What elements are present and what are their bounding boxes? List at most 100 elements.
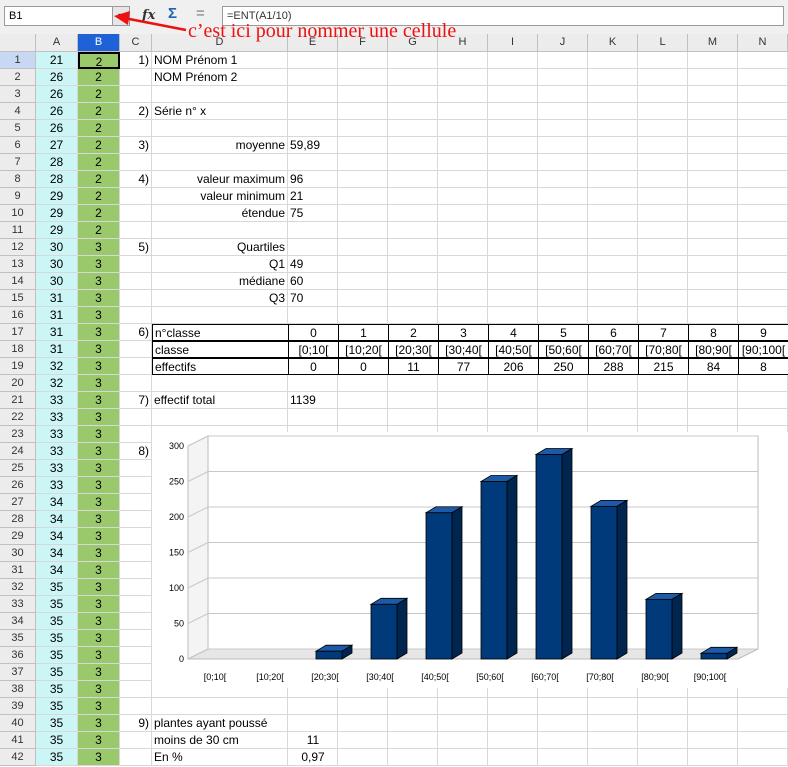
cell[interactable] (488, 188, 538, 205)
table-cell[interactable]: 288 (588, 358, 639, 375)
table-cell[interactable]: [80;90[ (688, 341, 739, 358)
cell-a[interactable]: 30 (36, 239, 78, 256)
cell[interactable] (338, 86, 388, 103)
cell[interactable] (120, 341, 152, 358)
cell[interactable] (120, 630, 152, 647)
cell[interactable] (288, 86, 338, 103)
cell-a[interactable]: 29 (36, 222, 78, 239)
cell[interactable] (438, 239, 488, 256)
column-header-m[interactable]: M (688, 34, 738, 52)
row-header[interactable]: 22 (0, 409, 36, 426)
cell-a[interactable]: 33 (36, 426, 78, 443)
cell[interactable] (288, 120, 338, 137)
cell[interactable] (438, 188, 488, 205)
cell-a[interactable]: 34 (36, 528, 78, 545)
cell[interactable] (538, 120, 588, 137)
cell[interactable] (738, 290, 788, 307)
cell-a[interactable]: 35 (36, 698, 78, 715)
row-header[interactable]: 20 (0, 375, 36, 392)
cell-b[interactable]: 3 (78, 596, 120, 613)
cell[interactable] (538, 205, 588, 222)
cell[interactable] (638, 256, 688, 273)
cell[interactable] (638, 732, 688, 749)
column-header-l[interactable]: L (638, 34, 688, 52)
cell[interactable] (688, 273, 738, 290)
cell[interactable] (688, 137, 738, 154)
cell-a[interactable]: 30 (36, 256, 78, 273)
row-header[interactable]: 5 (0, 120, 36, 137)
cell[interactable] (288, 154, 338, 171)
cell[interactable] (488, 273, 538, 290)
cell[interactable] (538, 698, 588, 715)
row-header[interactable]: 13 (0, 256, 36, 273)
row-header[interactable]: 32 (0, 579, 36, 596)
cell[interactable] (738, 732, 788, 749)
cell[interactable] (152, 120, 288, 137)
cell-a[interactable]: 33 (36, 443, 78, 460)
cell[interactable] (288, 52, 338, 69)
cell[interactable] (120, 307, 152, 324)
cell[interactable] (688, 715, 738, 732)
cell-a[interactable]: 32 (36, 358, 78, 375)
cell-a[interactable]: 26 (36, 69, 78, 86)
cell[interactable] (438, 205, 488, 222)
cell[interactable] (120, 664, 152, 681)
cell[interactable] (120, 205, 152, 222)
cell[interactable] (120, 460, 152, 477)
cell[interactable] (738, 137, 788, 154)
cell[interactable] (688, 154, 738, 171)
cell[interactable] (538, 154, 588, 171)
cell[interactable] (120, 375, 152, 392)
cell[interactable] (688, 188, 738, 205)
cell[interactable] (438, 120, 488, 137)
cell[interactable] (388, 171, 438, 188)
cell[interactable] (688, 375, 738, 392)
cell[interactable] (488, 222, 538, 239)
cell[interactable] (688, 732, 738, 749)
cell-b[interactable]: 3 (78, 494, 120, 511)
cell[interactable] (388, 307, 438, 324)
cell[interactable] (338, 188, 388, 205)
cell[interactable] (688, 69, 738, 86)
cell[interactable] (338, 52, 388, 69)
cell[interactable] (638, 409, 688, 426)
table-cell[interactable]: 8 (688, 324, 739, 341)
question-number[interactable]: 3) (120, 137, 152, 154)
table-cell[interactable]: 77 (438, 358, 489, 375)
cell[interactable] (538, 86, 588, 103)
cell[interactable] (338, 171, 388, 188)
row-header[interactable]: 38 (0, 681, 36, 698)
cell[interactable] (488, 154, 538, 171)
cell-b[interactable]: 3 (78, 307, 120, 324)
cell-b[interactable]: 3 (78, 409, 120, 426)
cell[interactable] (588, 239, 638, 256)
table-cell[interactable]: 206 (488, 358, 539, 375)
cell-b[interactable]: 2 (78, 171, 120, 188)
cell[interactable] (438, 732, 488, 749)
student-name-2[interactable]: NOM Prénom 2 (152, 69, 288, 86)
cell-b[interactable]: 3 (78, 443, 120, 460)
row-header[interactable]: 12 (0, 239, 36, 256)
cell-a[interactable]: 35 (36, 732, 78, 749)
cell[interactable] (638, 103, 688, 120)
mean-label[interactable]: moyenne (152, 137, 288, 154)
row-header[interactable]: 2 (0, 69, 36, 86)
cell[interactable] (638, 52, 688, 69)
cell-a[interactable]: 32 (36, 375, 78, 392)
cell[interactable] (338, 273, 388, 290)
cell[interactable] (738, 256, 788, 273)
cell[interactable] (438, 698, 488, 715)
cell[interactable] (588, 154, 638, 171)
cell[interactable] (120, 188, 152, 205)
table-cell[interactable]: 1 (338, 324, 389, 341)
cell-a[interactable]: 35 (36, 630, 78, 647)
cell[interactable] (438, 52, 488, 69)
cell[interactable] (488, 290, 538, 307)
cell[interactable] (388, 392, 438, 409)
cell-b[interactable]: 3 (78, 239, 120, 256)
cell[interactable] (538, 732, 588, 749)
row-header[interactable]: 25 (0, 460, 36, 477)
cell[interactable] (338, 256, 388, 273)
cell[interactable] (120, 749, 152, 766)
cell[interactable] (120, 545, 152, 562)
